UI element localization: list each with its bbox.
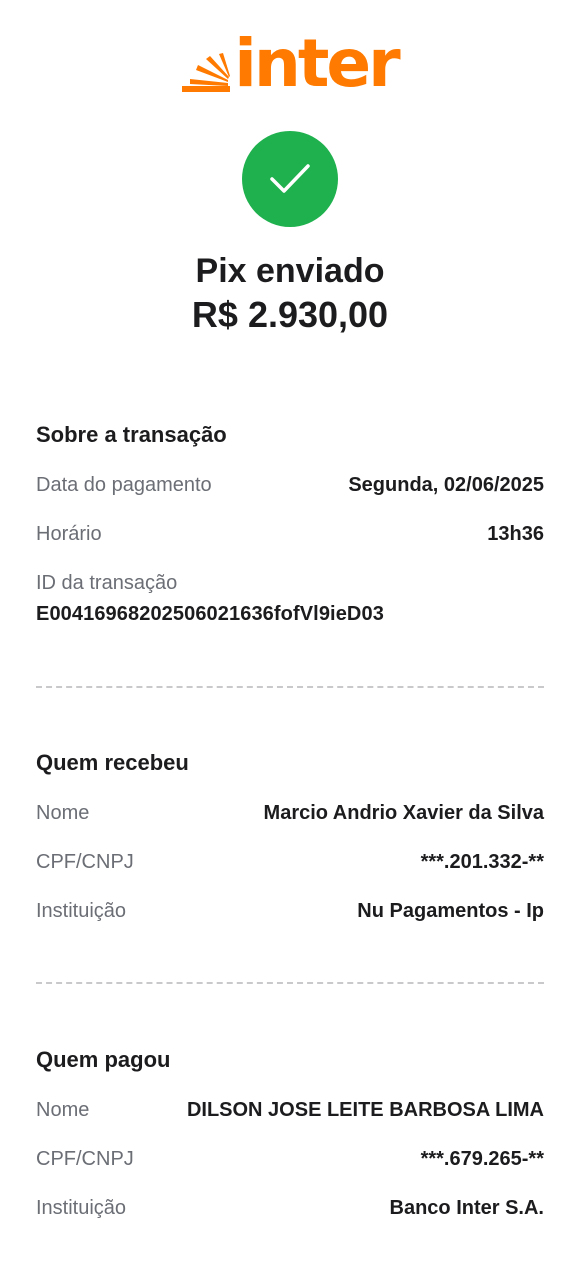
payer-heading: Quem pagou	[36, 1047, 171, 1072]
receiver-bank-value: Nu Pagamentos - Ip	[357, 900, 544, 922]
payment-date-label: Data do pagamento	[36, 474, 212, 496]
section-divider	[36, 686, 544, 688]
transaction-id-value: E00416968202506021636fofVl9ieD03	[36, 603, 384, 625]
payer-doc-row: CPF/CNPJ ***.679.265-**	[36, 1148, 544, 1171]
payment-date-row: Data do pagamento Segunda, 02/06/2025	[36, 474, 544, 497]
payment-time-label: Horário	[36, 523, 102, 545]
receiver-heading: Quem recebeu	[36, 750, 189, 775]
transfer-amount: R$ 2.930,00	[191, 294, 389, 335]
payment-time-row: Horário 13h36	[36, 523, 544, 546]
transaction-id-label: ID da transação	[36, 572, 178, 594]
payer-bank-row: Instituição Banco Inter S.A.	[36, 1197, 544, 1220]
payer-name-value: DILSON JOSE LEITE BARBOSA LIMA	[186, 1099, 544, 1121]
check-icon	[270, 164, 310, 193]
status-title: Pix enviado	[195, 252, 385, 290]
receiver-doc-value: ***.201.332-**	[420, 851, 544, 873]
inter-logo: inter	[0, 25, 580, 102]
transaction-heading: Sobre a transação	[36, 422, 227, 447]
receiver-name-value: Marcio Andrio Xavier da Silva	[263, 802, 544, 824]
payment-time-value: 13h36	[487, 523, 544, 545]
receiver-doc-label: CPF/CNPJ	[36, 851, 134, 873]
section-divider	[36, 982, 544, 984]
receiver-name-row: Nome Marcio Andrio Xavier da Silva	[36, 802, 544, 825]
payer-name-label: Nome	[36, 1099, 90, 1121]
receiver-name-label: Nome	[36, 802, 90, 824]
payer-bank-value: Banco Inter S.A.	[389, 1197, 544, 1219]
success-badge	[242, 131, 338, 227]
receiver-doc-row: CPF/CNPJ ***.201.332-**	[36, 851, 544, 874]
receiver-bank-row: Instituição Nu Pagamentos - Ip	[36, 900, 544, 923]
payer-bank-label: Instituição	[36, 1197, 127, 1219]
brand-name: inter	[234, 25, 400, 102]
payment-date-value: Segunda, 02/06/2025	[348, 474, 544, 496]
payer-name-row: Nome DILSON JOSE LEITE BARBOSA LIMA	[36, 1099, 544, 1122]
receiver-bank-label: Instituição	[36, 900, 127, 922]
payer-doc-label: CPF/CNPJ	[36, 1148, 134, 1170]
payer-doc-value: ***.679.265-**	[420, 1148, 544, 1170]
sun-rays-icon	[182, 53, 231, 92]
